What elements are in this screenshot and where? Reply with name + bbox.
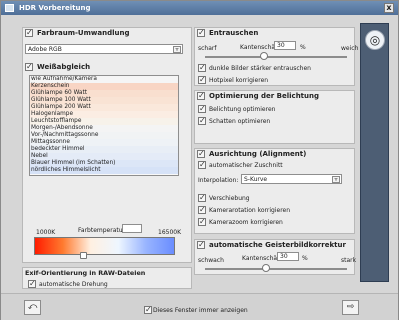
shadow-optimize-checkbox[interactable]: ✓ (198, 117, 206, 125)
show-always-label: Dieses Fenster immer anzeigen (153, 307, 248, 314)
geisterbild-left-label: schwach (198, 257, 224, 264)
white-balance-list[interactable]: wie Aufnahme/Kamera Kerzenschein Glühlam… (29, 75, 179, 176)
farbraum-selected: Adobe RGB (28, 46, 62, 53)
geisterbild-slider-thumb[interactable] (262, 264, 270, 272)
close-button[interactable]: x (384, 3, 394, 13)
automatic-rotation-checkbox[interactable]: ✓ (28, 280, 36, 288)
next-arrow-icon[interactable]: ⇨ (342, 300, 359, 315)
entrauschen-title: Entrauschen (209, 29, 259, 37)
hotpixel-checkbox[interactable]: ✓ (198, 76, 206, 84)
temp-min-label: 1000K (36, 229, 56, 236)
entrauschen-slider-thumb[interactable] (260, 52, 268, 60)
window-title: HDR Vorbereitung (19, 4, 91, 12)
exposure-optimize-checkbox[interactable]: ✓ (198, 105, 206, 113)
camera-zoom-label: Kamerazoom korrigieren (209, 219, 283, 226)
weissabgleich-title: Weißabgleich (37, 63, 91, 71)
hotpixel-label: Hotpixel korrigieren (209, 77, 269, 84)
geisterbild-percent-label: % (302, 255, 308, 262)
right-side-bar (360, 23, 389, 282)
entrauschen-slider-track[interactable] (205, 56, 347, 58)
camera-rotation-checkbox[interactable]: ✓ (198, 206, 206, 214)
entrauschen-left-label: scharf (198, 45, 217, 52)
geisterbild-sharpness-input[interactable]: 30 (277, 252, 299, 261)
auto-crop-label: automatischer Zuschnitt (209, 162, 283, 169)
exif-title: Exif-Orientierung in RAW-Dateien (25, 269, 146, 277)
shift-label: Verschiebung (209, 195, 250, 202)
camera-rotation-label: Kamerarotation korrigieren (209, 207, 291, 214)
belichtung-title: Optimierung der Belichtung (209, 92, 320, 100)
show-always-checkbox[interactable]: ✓ (144, 306, 152, 314)
shift-checkbox[interactable]: ✓ (198, 194, 206, 202)
list-item[interactable]: Leuchtstofflampe (30, 118, 178, 125)
back-arrow-icon[interactable]: ⤺ (24, 300, 41, 315)
ausrichtung-title: Ausrichtung (Alignment) (209, 150, 307, 158)
farbraum-title: Farbraum-Umwandlung (37, 29, 130, 37)
list-item[interactable]: Mittagssonne (30, 139, 178, 146)
list-item[interactable]: nördliches Himmelslicht (30, 167, 178, 174)
hdr-window-icon (5, 4, 14, 12)
dark-denoise-label: dunkle Bilder stärker entrauschen (209, 65, 311, 72)
temp-max-label: 16500K (158, 229, 182, 236)
window-title-bar: HDR Vorbereitung x (1, 1, 398, 15)
list-item[interactable]: Glühlampe 200 Watt (30, 104, 178, 111)
entrauschen-percent-label: % (300, 44, 306, 51)
auto-crop-checkbox[interactable]: ✓ (198, 161, 206, 169)
dark-denoise-checkbox[interactable]: ✓ (198, 64, 206, 72)
temperature-slider-thumb[interactable] (80, 252, 87, 259)
temp-label: Farbtemperatur (78, 227, 126, 234)
list-item[interactable]: Nebel (30, 153, 178, 160)
belichtung-checkbox[interactable]: ✓ (197, 92, 205, 100)
list-item[interactable]: Glühlampe 60 Watt (30, 90, 178, 97)
temperature-gradient[interactable] (34, 237, 175, 255)
list-item[interactable]: Halogenlampe (30, 111, 178, 118)
help-icon[interactable]: ◎ (365, 30, 385, 50)
list-item[interactable]: bedeckter Himmel (30, 146, 178, 153)
camera-zoom-checkbox[interactable]: ✓ (198, 218, 206, 226)
geisterbild-title: automatische Geisterbildkorrektur (209, 241, 346, 249)
geisterbild-checkbox[interactable]: ✓ (197, 241, 205, 249)
geisterbild-right-label: stark (341, 257, 357, 264)
farbraum-select[interactable]: Adobe RGB ▿ (25, 44, 183, 54)
list-item[interactable]: Vor-/Nachmittagssonne (30, 132, 178, 139)
chevron-down-icon: ▿ (332, 176, 340, 183)
chevron-down-icon: ▿ (173, 46, 181, 53)
geisterbild-slider-track[interactable] (205, 268, 347, 270)
entrauschen-right-label: weich (341, 45, 359, 52)
list-item[interactable]: Glühlampe 100 Watt (30, 97, 178, 104)
ausrichtung-checkbox[interactable]: ✓ (197, 150, 205, 158)
interpolation-selected: S-Kurve (244, 176, 268, 183)
automatic-rotation-label: automatische Drehung (39, 281, 108, 288)
farbraum-checkbox[interactable]: ✓ (25, 29, 33, 37)
list-item[interactable]: wie Aufnahme/Kamera (30, 76, 178, 83)
hdr-dialog: HDR Vorbereitung x ✓ Farbraum-Umwandlung… (0, 0, 399, 320)
temperature-input[interactable] (122, 224, 142, 233)
weissabgleich-checkbox[interactable]: ✓ (25, 63, 33, 71)
exposure-optimize-label: Belichtung optimieren (209, 106, 276, 113)
entrauschen-sharpness-input[interactable]: 30 (274, 41, 296, 50)
list-item[interactable]: Blauer Himmel (im Schatten) (30, 160, 178, 167)
shadow-optimize-label: Schatten optimieren (209, 118, 271, 125)
interpolation-label: Interpolation: (198, 177, 239, 184)
list-item[interactable]: Morgen-/Abendsonne (30, 125, 178, 132)
list-item[interactable]: Kerzenschein (30, 83, 178, 90)
entrauschen-checkbox[interactable]: ✓ (197, 29, 205, 37)
interpolation-select[interactable]: S-Kurve ▿ (241, 174, 342, 184)
